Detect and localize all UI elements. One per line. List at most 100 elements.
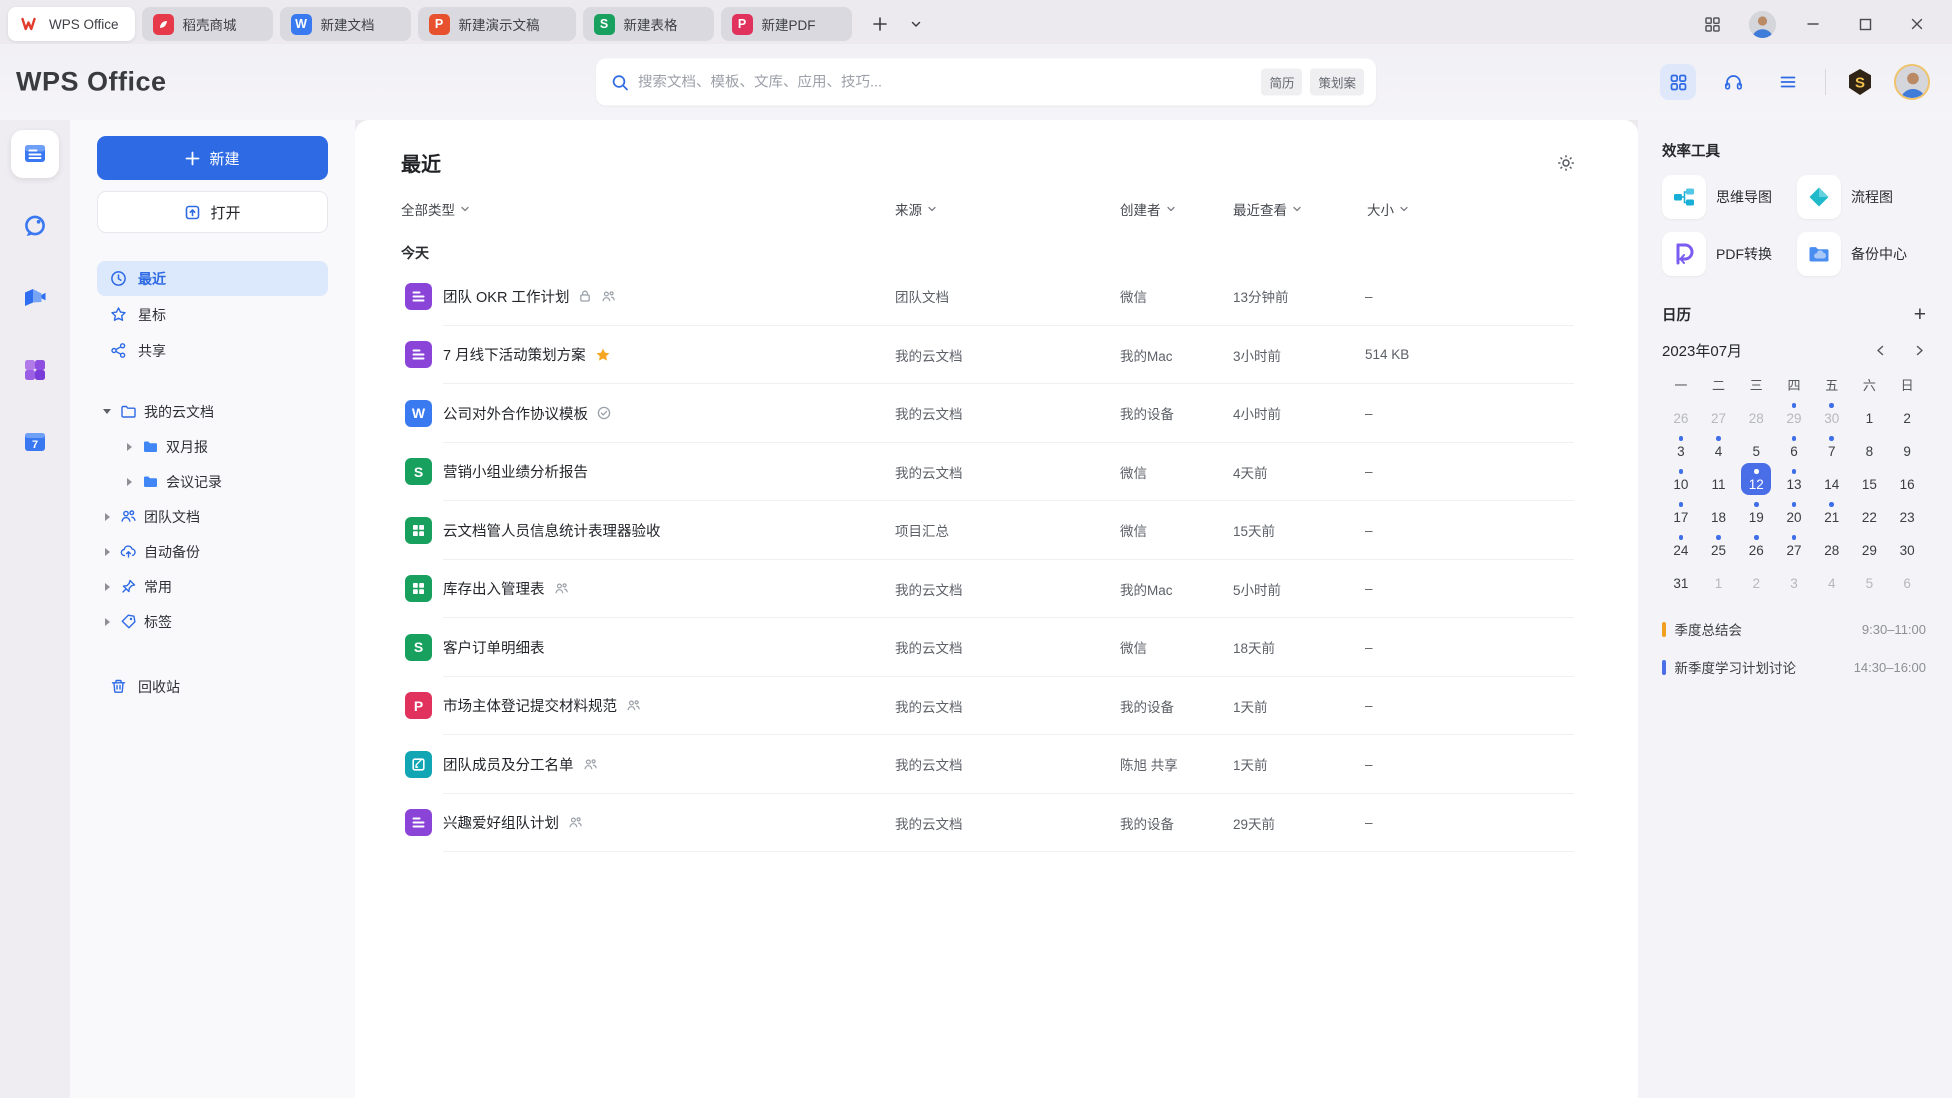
calendar-day[interactable]: 4 — [1813, 561, 1851, 594]
calendar-day[interactable]: 30 — [1813, 396, 1851, 429]
tab-new-doc[interactable]: W 新建文档 — [279, 7, 411, 41]
chevron-right-icon[interactable] — [101, 512, 113, 521]
filter-type[interactable]: 全部类型 — [401, 199, 470, 219]
sidebar-item-team-docs[interactable]: 团队文档 — [97, 499, 328, 534]
tool-pdf-convert[interactable]: PDF转换 — [1662, 232, 1791, 276]
sidebar-item-shared[interactable]: 共享 — [97, 333, 328, 368]
avatar[interactable] — [1894, 64, 1930, 100]
menu-icon[interactable] — [1770, 64, 1806, 100]
file-row[interactable]: 库存出入管理表 我的云文档 我的Mac 5小时前 – — [355, 560, 1638, 619]
maximize-button[interactable] — [1850, 9, 1880, 39]
calendar-day[interactable]: 26 — [1737, 528, 1775, 561]
svip-badge-icon[interactable]: S — [1845, 67, 1875, 97]
event-item[interactable]: 新季度学习计划讨论 14:30–16:00 — [1662, 648, 1926, 686]
filter-source[interactable]: 来源 — [895, 199, 937, 219]
calendar-day[interactable]: 15 — [1851, 462, 1889, 495]
calendar-day[interactable]: 28 — [1737, 396, 1775, 429]
sidebar-item-trash[interactable]: 回收站 — [97, 669, 328, 704]
chevron-right-icon[interactable] — [101, 547, 113, 556]
calendar-day[interactable]: 7 — [1813, 429, 1851, 462]
rail-item-messages[interactable] — [11, 202, 59, 250]
file-row[interactable]: P 市场主体登记提交材料规范 我的云文档 我的设备 1天前 – — [355, 677, 1638, 736]
file-row[interactable]: S 营销小组业绩分析报告 我的云文档 微信 4天前 – — [355, 443, 1638, 502]
chevron-left-icon[interactable] — [1874, 344, 1887, 357]
gear-icon[interactable] — [1556, 153, 1576, 173]
calendar-day[interactable]: 1 — [1851, 396, 1889, 429]
new-tab-button[interactable] — [867, 11, 893, 37]
file-row[interactable]: 云文档管人员信息统计表理器验收 项目汇总 微信 15天前 – — [355, 501, 1638, 560]
file-row[interactable]: 兴趣爱好组队计划 我的云文档 我的设备 29天前 – — [355, 794, 1638, 853]
calendar-day[interactable]: 29 — [1775, 396, 1813, 429]
file-row[interactable]: 7 月线下活动策划方案 我的云文档 我的Mac 3小时前 514 KB — [355, 326, 1638, 385]
sidebar-item-recent[interactable]: 最近 — [97, 261, 328, 296]
chevron-right-icon[interactable] — [101, 617, 113, 626]
calendar-day[interactable]: 22 — [1851, 495, 1889, 528]
calendar-day[interactable]: 11 — [1700, 462, 1738, 495]
sidebar-item-meeting-notes[interactable]: 会议记录 — [97, 464, 328, 499]
open-file-button[interactable]: 打开 — [97, 191, 328, 233]
tab-new-pdf[interactable]: P 新建PDF — [720, 7, 852, 41]
rail-item-calendar[interactable]: 7 — [11, 418, 59, 466]
calendar-day[interactable]: 6 — [1888, 561, 1926, 594]
calendar-day[interactable]: 17 — [1662, 495, 1700, 528]
rail-item-documents[interactable] — [11, 130, 59, 178]
apps-grid-icon[interactable] — [1660, 64, 1696, 100]
chevron-right-icon[interactable] — [123, 477, 135, 486]
tool-backup-center[interactable]: 备份中心 — [1797, 232, 1926, 276]
calendar-day[interactable]: 9 — [1888, 429, 1926, 462]
file-row[interactable]: 团队成员及分工名单 我的云文档 陈旭 共享 1天前 – — [355, 735, 1638, 794]
calendar-day[interactable]: 26 — [1662, 396, 1700, 429]
calendar-day[interactable]: 18 — [1700, 495, 1738, 528]
calendar-day[interactable]: 2 — [1737, 561, 1775, 594]
headset-icon[interactable] — [1715, 64, 1751, 100]
tab-new-ppt[interactable]: P 新建演示文稿 — [417, 7, 576, 41]
calendar-day[interactable]: 31 — [1662, 561, 1700, 594]
calendar-day[interactable]: 3 — [1775, 561, 1813, 594]
filter-size[interactable]: 大小 — [1367, 199, 1409, 219]
chevron-right-icon[interactable] — [1913, 344, 1926, 357]
file-row[interactable]: 团队 OKR 工作计划 团队文档 微信 13分钟前 – — [355, 267, 1638, 326]
filter-viewed[interactable]: 最近查看 — [1233, 199, 1302, 219]
calendar-day[interactable]: 13 — [1775, 462, 1813, 495]
calendar-day[interactable]: 6 — [1775, 429, 1813, 462]
tab-docer-store[interactable]: 稻壳商城 — [141, 7, 273, 41]
chevron-down-icon[interactable] — [101, 409, 113, 414]
calendar-day[interactable]: 29 — [1851, 528, 1889, 561]
calendar-day[interactable]: 10 — [1662, 462, 1700, 495]
tab-menu-button[interactable] — [903, 11, 929, 37]
sidebar-item-my-cloud-docs[interactable]: 我的云文档 — [97, 394, 328, 429]
sidebar-item-frequent[interactable]: 常用 — [97, 569, 328, 604]
filter-creator[interactable]: 创建者 — [1120, 199, 1176, 219]
tab-new-sheet[interactable]: S 新建表格 — [582, 7, 714, 41]
calendar-day[interactable]: 25 — [1700, 528, 1738, 561]
calendar-day[interactable]: 14 — [1813, 462, 1851, 495]
calendar-day[interactable]: 27 — [1775, 528, 1813, 561]
calendar-day[interactable]: 5 — [1737, 429, 1775, 462]
event-item[interactable]: 季度总结会 9:30–11:00 — [1662, 610, 1926, 648]
calendar-day[interactable]: 5 — [1851, 561, 1889, 594]
file-row[interactable]: W 公司对外合作协议模板 我的云文档 我的设备 4小时前 – — [355, 384, 1638, 443]
calendar-day[interactable]: 27 — [1700, 396, 1738, 429]
calendar-day[interactable]: 20 — [1775, 495, 1813, 528]
calendar-day[interactable]: 30 — [1888, 528, 1926, 561]
calendar-day[interactable]: 8 — [1851, 429, 1889, 462]
close-button[interactable] — [1902, 9, 1932, 39]
avatar[interactable] — [1749, 10, 1776, 38]
sidebar-item-tags[interactable]: 标签 — [97, 604, 328, 639]
sidebar-item-starred[interactable]: 星标 — [97, 297, 328, 332]
calendar-day[interactable]: 2 — [1888, 396, 1926, 429]
rail-item-meetings[interactable] — [11, 274, 59, 322]
workspace-grid-button[interactable] — [1697, 9, 1727, 39]
tool-flowchart[interactable]: 流程图 — [1797, 175, 1926, 219]
calendar-day[interactable]: 28 — [1813, 528, 1851, 561]
add-event-button[interactable]: + — [1914, 304, 1926, 325]
tool-mindmap[interactable]: 思维导图 — [1662, 175, 1791, 219]
chevron-right-icon[interactable] — [101, 582, 113, 591]
calendar-day[interactable]: 12 — [1737, 462, 1775, 495]
minimize-button[interactable] — [1798, 9, 1828, 39]
calendar-day[interactable]: 16 — [1888, 462, 1926, 495]
calendar-day[interactable]: 23 — [1888, 495, 1926, 528]
rail-item-apps[interactable] — [11, 346, 59, 394]
search-input[interactable] — [638, 74, 1254, 90]
sidebar-item-bimonthly-report[interactable]: 双月报 — [97, 429, 328, 464]
